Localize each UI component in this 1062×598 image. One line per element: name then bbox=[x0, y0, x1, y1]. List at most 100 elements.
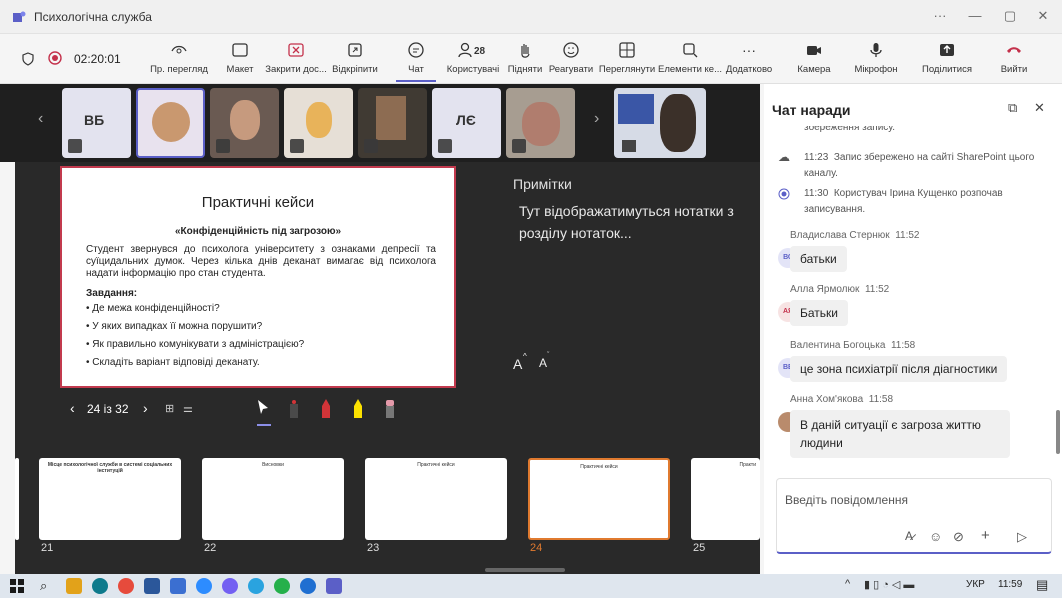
chrome-icon[interactable] bbox=[118, 578, 134, 594]
file-explorer-icon[interactable] bbox=[66, 578, 82, 594]
next-participants-icon[interactable]: › bbox=[594, 110, 599, 128]
hand-icon bbox=[521, 44, 530, 58]
chat-message[interactable]: Батьки bbox=[790, 300, 848, 326]
red-pen-icon[interactable] bbox=[319, 398, 333, 418]
viber-icon[interactable] bbox=[222, 578, 238, 594]
participant-tile[interactable] bbox=[210, 88, 279, 158]
people-icon: 28 bbox=[458, 42, 486, 58]
popout-icon[interactable]: ⧉ bbox=[1008, 100, 1017, 116]
browser-icon[interactable] bbox=[300, 578, 316, 594]
people-button[interactable]: 28 Користувачі bbox=[444, 40, 502, 75]
chat-message[interactable]: батьки bbox=[790, 246, 847, 272]
slide-tasks-title: Завдання: bbox=[86, 288, 138, 299]
microphone-button[interactable]: Мікрофон bbox=[852, 40, 900, 75]
chat-icon bbox=[408, 42, 424, 58]
system-event: 11:30 Користувач Ірина Кущенко розпочав … bbox=[804, 188, 1003, 215]
cloud-save-icon: ☁ bbox=[778, 150, 790, 164]
loop-icon[interactable]: ⊘ bbox=[953, 529, 964, 545]
teams-taskbar-icon[interactable] bbox=[326, 578, 342, 594]
prev-slide-icon[interactable]: ‹ bbox=[70, 400, 75, 416]
highlighter-icon[interactable] bbox=[351, 398, 365, 418]
slide-thumbnail[interactable]: Місце психологічної служби в системі соц… bbox=[39, 458, 181, 540]
participant-tile[interactable] bbox=[358, 88, 427, 158]
layout-button[interactable]: Макет bbox=[220, 40, 260, 75]
windows-start-icon[interactable] bbox=[10, 579, 24, 593]
eraser-icon[interactable] bbox=[383, 398, 397, 418]
telegram-icon[interactable] bbox=[248, 578, 264, 594]
participant-tile[interactable]: ЛЄ bbox=[432, 88, 501, 158]
clock[interactable]: 11:59 bbox=[998, 579, 1022, 590]
message-meta: Валентина Богоцька 11:58 bbox=[790, 340, 916, 351]
attach-plus-icon[interactable]: + bbox=[981, 527, 990, 544]
minimize-button[interactable]: — bbox=[960, 8, 990, 23]
grid-view-icon[interactable]: ⊞ bbox=[165, 402, 174, 415]
font-decrease-button[interactable]: A bbox=[539, 356, 547, 370]
whatsapp-icon[interactable] bbox=[274, 578, 290, 594]
unpin-button[interactable]: Відкріпити bbox=[330, 40, 380, 75]
next-slide-icon[interactable]: › bbox=[143, 400, 148, 416]
thumbnails-scrollbar[interactable] bbox=[485, 568, 565, 572]
format-icon[interactable]: A̷ bbox=[905, 529, 913, 543]
participant-tile[interactable]: ВБ bbox=[62, 88, 131, 158]
edge-icon[interactable] bbox=[92, 578, 108, 594]
word-icon[interactable] bbox=[144, 578, 160, 594]
chat-message[interactable]: це зона психіатрії після діагностики bbox=[790, 356, 1008, 382]
more-button[interactable]: ··· Додатково bbox=[724, 40, 774, 75]
more-options-button[interactable]: ··· bbox=[925, 8, 955, 23]
thumbnail-number: 22 bbox=[204, 542, 217, 554]
close-button[interactable]: ✕ bbox=[1028, 8, 1058, 24]
emoji-icon[interactable]: ☺ bbox=[929, 529, 942, 544]
recording-event-icon bbox=[778, 188, 790, 200]
prev-participants-icon[interactable]: ‹ bbox=[38, 110, 43, 128]
camera-button[interactable]: Камера bbox=[796, 40, 832, 75]
participant-tile[interactable] bbox=[506, 88, 575, 158]
view-button[interactable]: Переглянути bbox=[598, 40, 656, 75]
recording-icon bbox=[48, 51, 62, 65]
chat-button[interactable]: Чат bbox=[396, 40, 436, 82]
stop-sharing-button[interactable]: Закрити дос... bbox=[264, 40, 328, 75]
slide-thumbnail[interactable]: Висновки bbox=[202, 458, 344, 540]
apps-button[interactable]: Елементи ке... bbox=[658, 40, 722, 75]
keyboard-language[interactable]: УКР bbox=[966, 579, 985, 590]
close-chat-icon[interactable]: ✕ bbox=[1034, 100, 1045, 116]
slide-thumbnail-selected[interactable]: Практичні кейси bbox=[528, 458, 670, 540]
system-event: 11:23 Запис збережено на сайті SharePoin… bbox=[804, 152, 1035, 179]
pointer-icon[interactable] bbox=[255, 398, 271, 418]
chat-scrollbar[interactable] bbox=[1056, 410, 1060, 454]
smile-icon bbox=[563, 42, 579, 58]
thumbnail-title: Місце психологічної служби в системі соц… bbox=[47, 462, 173, 474]
slide-thumbnail[interactable]: Практи bbox=[691, 458, 760, 540]
eye-icon bbox=[171, 45, 187, 54]
presenter-view-button[interactable]: Пр. перегляд bbox=[146, 40, 212, 75]
search-icon[interactable]: ⌕ bbox=[40, 578, 47, 594]
tray-icons[interactable]: ▮ ▯ ◔ ◁ ▬ bbox=[864, 578, 914, 591]
skype-icon[interactable] bbox=[170, 578, 186, 594]
tray-chevron-icon[interactable]: ^ bbox=[845, 578, 850, 590]
shield-icon[interactable] bbox=[22, 52, 34, 66]
laser-pen-icon[interactable] bbox=[287, 398, 301, 418]
participant-tile[interactable] bbox=[284, 88, 353, 158]
participant-photo bbox=[522, 102, 560, 146]
slide-thumbnail-partial[interactable] bbox=[15, 458, 19, 540]
react-button[interactable]: Реагувати bbox=[548, 40, 594, 75]
notifications-icon[interactable]: ▤ bbox=[1036, 577, 1048, 593]
message-meta: Анна Хом'якова 11:58 bbox=[790, 394, 894, 405]
participant-tile[interactable] bbox=[136, 88, 205, 158]
raise-hand-button[interactable]: Підняти bbox=[505, 40, 545, 75]
send-icon[interactable]: ▷ bbox=[1017, 529, 1027, 545]
slide-thumbnail[interactable]: Практичні кейси bbox=[365, 458, 507, 540]
slide-task: • Складіть варіант відповіді деканату. bbox=[86, 357, 260, 368]
settings-sliders-icon[interactable]: ⚌ bbox=[183, 402, 193, 415]
participant-initials: ВБ bbox=[84, 112, 105, 128]
message-input[interactable]: Введіть повідомлення bbox=[785, 493, 908, 507]
leave-button[interactable]: Вийти bbox=[996, 40, 1032, 75]
chat-message[interactable]: В даній ситуації є загроза життю людини bbox=[790, 410, 1010, 458]
share-button[interactable]: Поділитися bbox=[920, 40, 974, 75]
speaker-tile[interactable] bbox=[614, 88, 706, 158]
message-compose-box[interactable]: Введіть повідомлення A̷ ☺ ⊘ + ▷ bbox=[776, 478, 1052, 554]
slide-subtitle: «Конфіденційність під загрозою» bbox=[174, 226, 342, 237]
font-increase-button[interactable]: A bbox=[513, 356, 522, 372]
maximize-button[interactable]: ▢ bbox=[995, 8, 1025, 24]
slide-task: • Де межа конфіденційності? bbox=[86, 303, 220, 314]
zoom-icon[interactable] bbox=[196, 578, 212, 594]
